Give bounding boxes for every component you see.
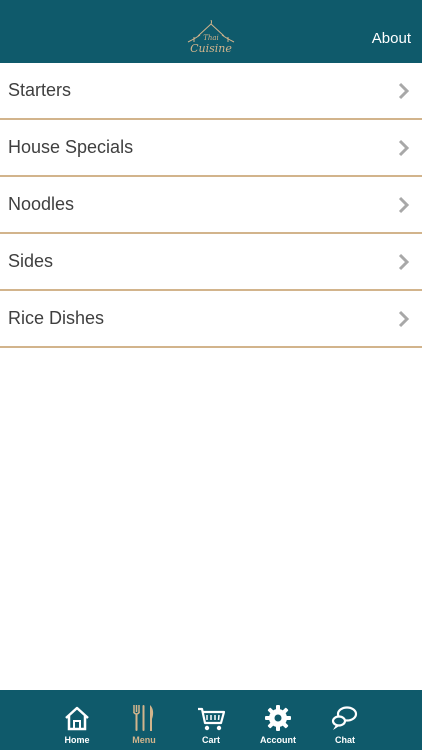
menu-item-house-specials[interactable]: House Specials — [0, 120, 422, 177]
chevron-right-icon — [398, 82, 410, 99]
tab-chat[interactable]: Chat — [312, 690, 379, 750]
tab-label: Menu — [132, 735, 156, 745]
menu-item-label: Sides — [8, 251, 54, 271]
menu-item-noodles[interactable]: Noodles — [0, 177, 422, 234]
chevron-right-icon — [398, 310, 410, 327]
menu-item-starters[interactable]: Starters — [0, 63, 422, 120]
home-icon — [65, 706, 89, 731]
app-header: Thai Cuisine About — [0, 0, 422, 63]
tab-label: Chat — [335, 735, 355, 745]
tab-label: Cart — [201, 735, 220, 745]
menu-item-label: Rice Dishes — [8, 308, 105, 328]
menu-item-rice-dishes[interactable]: Rice Dishes — [0, 291, 422, 348]
tab-cart[interactable]: Cart — [178, 690, 245, 750]
menu-item-label: Noodles — [8, 194, 75, 214]
menu-item-label: Starters — [8, 80, 72, 100]
thai-cuisine-logo-icon: Thai Cuisine — [187, 20, 235, 55]
chevron-right-icon — [398, 253, 410, 270]
tab-home[interactable]: Home — [44, 690, 111, 750]
logo-text-bottom: Cuisine — [190, 42, 232, 55]
menu-item-sides[interactable]: Sides — [0, 234, 422, 291]
tab-label: Account — [260, 735, 296, 745]
tab-menu[interactable]: Menu — [111, 690, 178, 750]
chevron-right-icon — [398, 139, 410, 156]
tab-label: Home — [64, 735, 90, 745]
chat-bubbles-icon — [331, 706, 358, 730]
about-button[interactable]: About — [372, 30, 411, 47]
bottom-tab-bar: Home Menu Cart Account Chat — [0, 690, 422, 750]
menu-item-label: House Specials — [8, 137, 134, 157]
gear-icon — [265, 705, 291, 731]
logo-text-top: Thai — [203, 34, 219, 42]
cart-icon — [198, 707, 225, 731]
fork-knife-icon — [132, 705, 154, 731]
chevron-right-icon — [398, 196, 410, 213]
tab-account[interactable]: Account — [245, 690, 312, 750]
menu-category-list: Starters House Specials Noodles Sides Ri… — [0, 63, 422, 348]
